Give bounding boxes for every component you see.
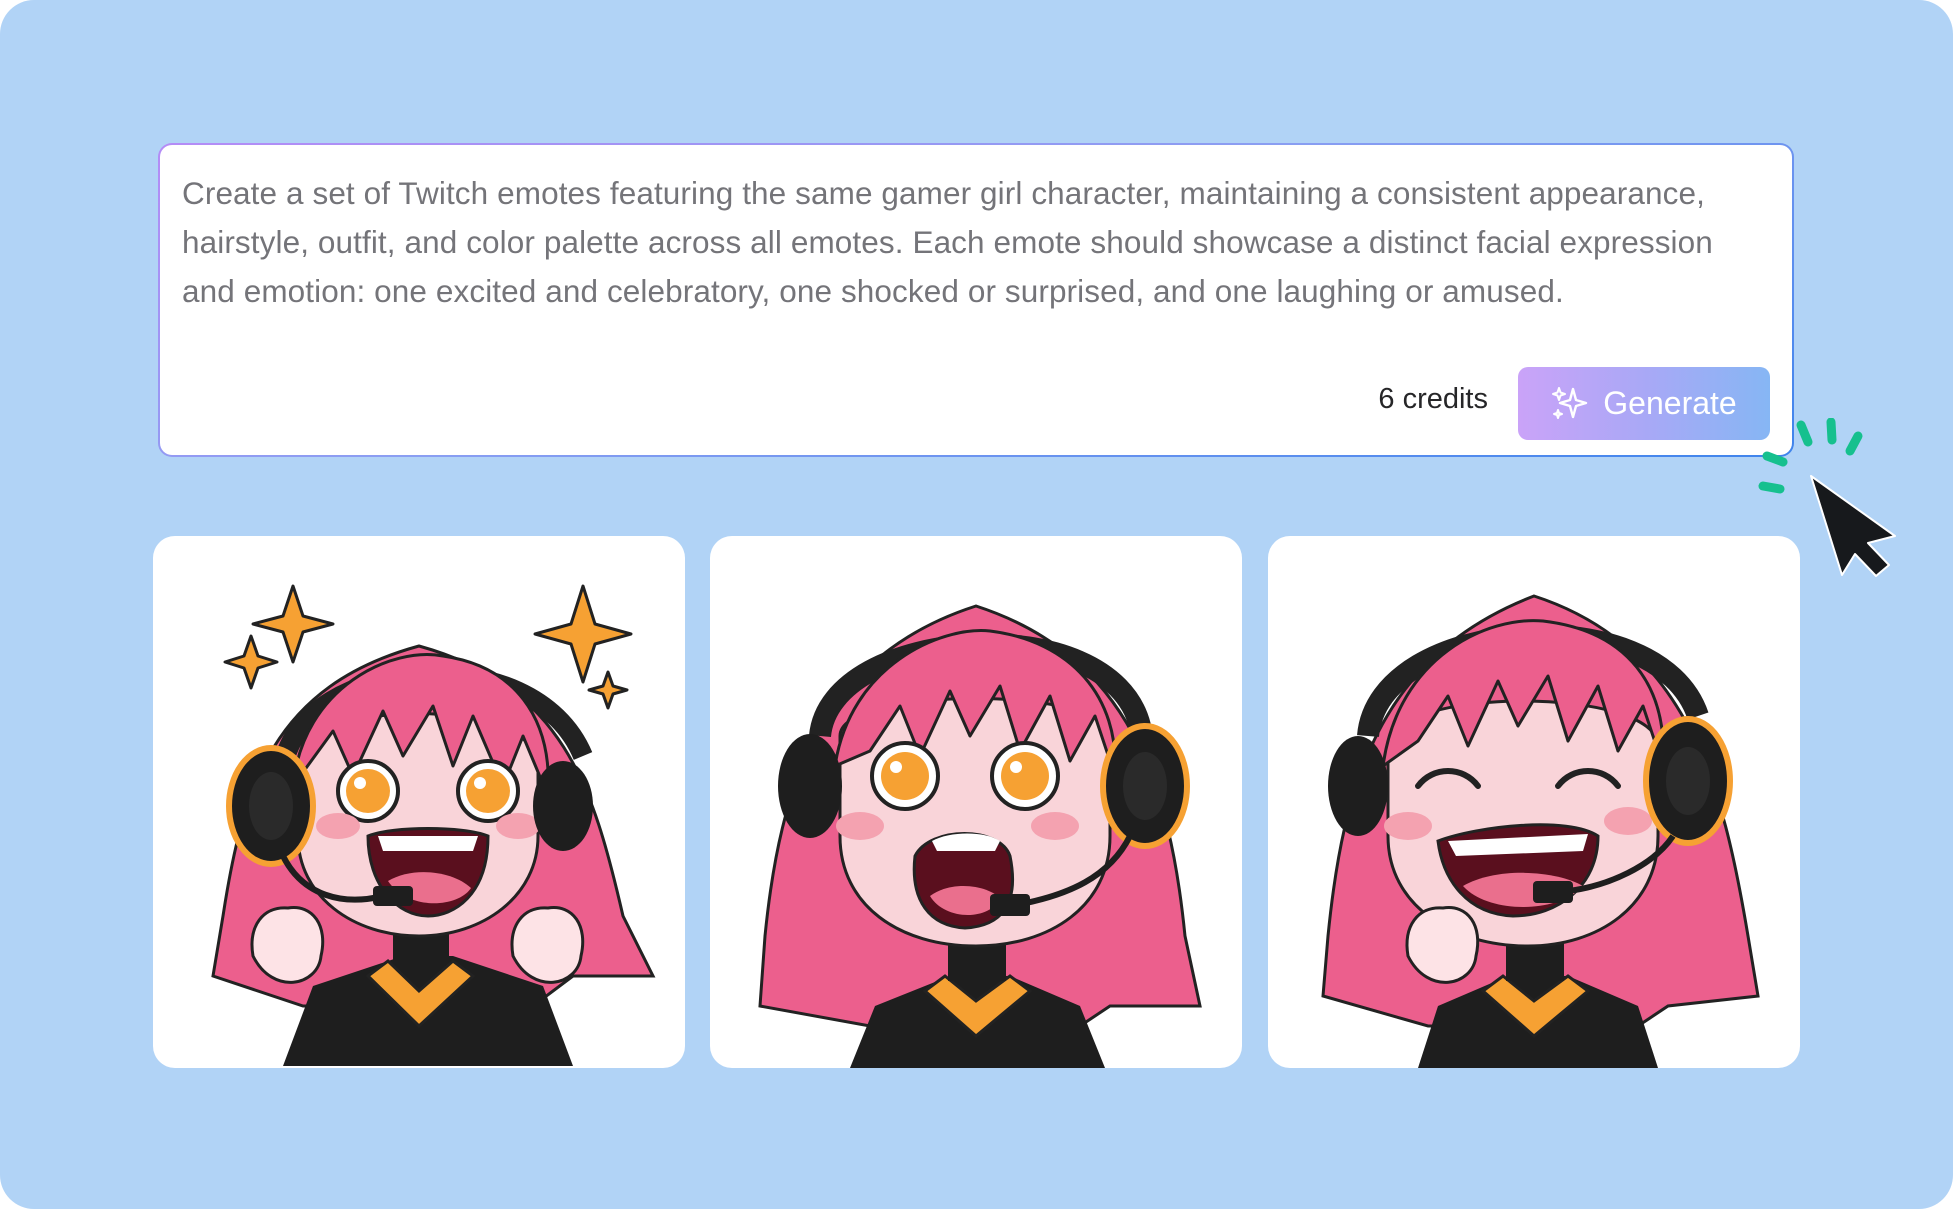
prompt-input[interactable]: Create a set of Twitch emotes featuring … (158, 143, 1794, 457)
credits-label: 6 credits (1378, 383, 1488, 415)
emote-laughing-image (1321, 594, 1760, 1068)
canvas: Create a set of Twitch emotes featuring … (0, 0, 1953, 1209)
emote-excited-image (211, 584, 656, 1066)
emote-shocked-image (758, 604, 1202, 1068)
generate-button[interactable]: Generate (1518, 367, 1770, 440)
emote-card-laughing[interactable] (1268, 536, 1800, 1068)
emote-card-excited[interactable] (153, 536, 685, 1068)
emote-card-shocked[interactable] (710, 536, 1242, 1068)
generate-label: Generate (1603, 385, 1737, 421)
sparkles-icon (1551, 385, 1589, 423)
prompt-text[interactable]: Create a set of Twitch emotes featuring … (182, 169, 1772, 316)
